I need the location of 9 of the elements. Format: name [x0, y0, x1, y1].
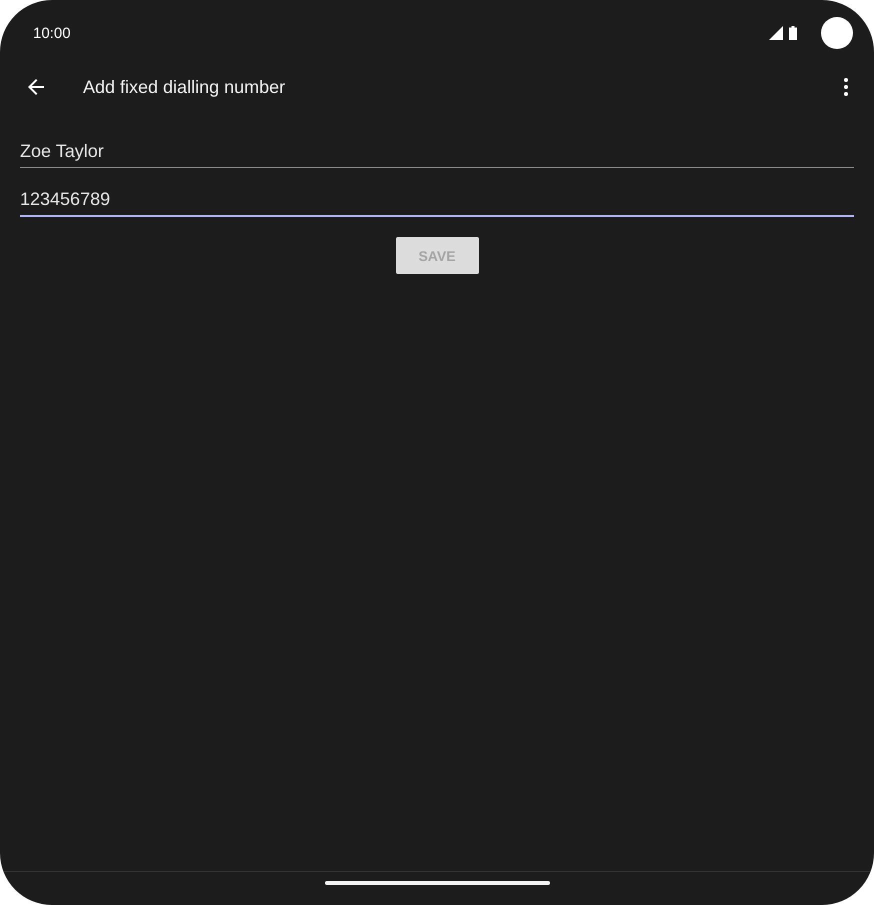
input-field[interactable]: 123456789 [20, 178, 854, 217]
status-time: 10:00 [33, 24, 71, 42]
screen-title: Add fixed dialling number [83, 76, 286, 98]
signal-icon [769, 26, 783, 40]
home-handle[interactable] [324, 881, 550, 885]
more-vertical-icon [844, 78, 848, 96]
battery-icon [789, 26, 797, 40]
input-field[interactable]: Zoe Taylor [20, 130, 854, 168]
camera-cutout-icon [821, 17, 853, 49]
